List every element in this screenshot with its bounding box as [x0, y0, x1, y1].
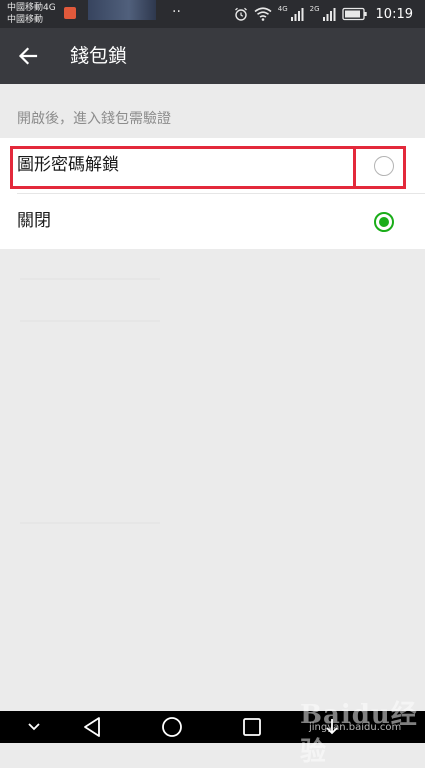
ghost-artifact — [20, 278, 160, 280]
nav-home-button[interactable] — [158, 715, 186, 739]
nav-recents-button[interactable] — [240, 715, 264, 739]
square-recents-icon — [243, 718, 261, 736]
carrier-label-primary: 中國移動4G — [7, 3, 56, 13]
more-notifications-indicator: ·· — [172, 4, 181, 20]
chevron-down-icon — [28, 723, 40, 731]
nav-back-button[interactable] — [79, 715, 105, 739]
carrier-label-secondary: 中國移動 — [7, 15, 44, 25]
alarm-icon — [234, 7, 247, 21]
back-arrow-icon — [18, 47, 38, 65]
network-type-2: 2G — [309, 5, 320, 13]
signal-icon-1 — [290, 8, 304, 21]
ghost-artifact — [20, 320, 160, 322]
signal-icon-2 — [322, 8, 336, 21]
app-notification-icon — [64, 7, 76, 19]
status-bar: 中國移動4G 中國移動 ·· 4G 2G 10:19 — [0, 0, 425, 28]
nav-hide-button[interactable] — [22, 715, 46, 739]
circle-home-icon — [162, 717, 182, 737]
page-title: 錢包鎖 — [70, 45, 128, 67]
option-label: 關閉 — [17, 211, 51, 231]
highlight-box-radio — [353, 146, 406, 189]
app-bar: 錢包鎖 — [0, 28, 425, 84]
blurred-area — [88, 0, 156, 20]
battery-icon — [341, 7, 367, 21]
highlight-box-label — [10, 146, 356, 189]
back-button[interactable] — [8, 36, 48, 76]
option-off[interactable]: 關閉 — [0, 194, 425, 249]
status-time: 10:19 — [375, 6, 413, 22]
wifi-icon — [254, 7, 272, 21]
network-type-1: 4G — [277, 5, 288, 13]
section-hint: 開啟後，進入錢包需驗證 — [17, 111, 171, 127]
watermark-url: jingyan.baidu.com — [309, 722, 402, 733]
status-icons: 4G 2G 10:19 — [234, 5, 413, 23]
triangle-back-icon — [84, 717, 100, 737]
ghost-artifact — [20, 522, 160, 524]
radio-selected-icon[interactable] — [374, 212, 394, 232]
